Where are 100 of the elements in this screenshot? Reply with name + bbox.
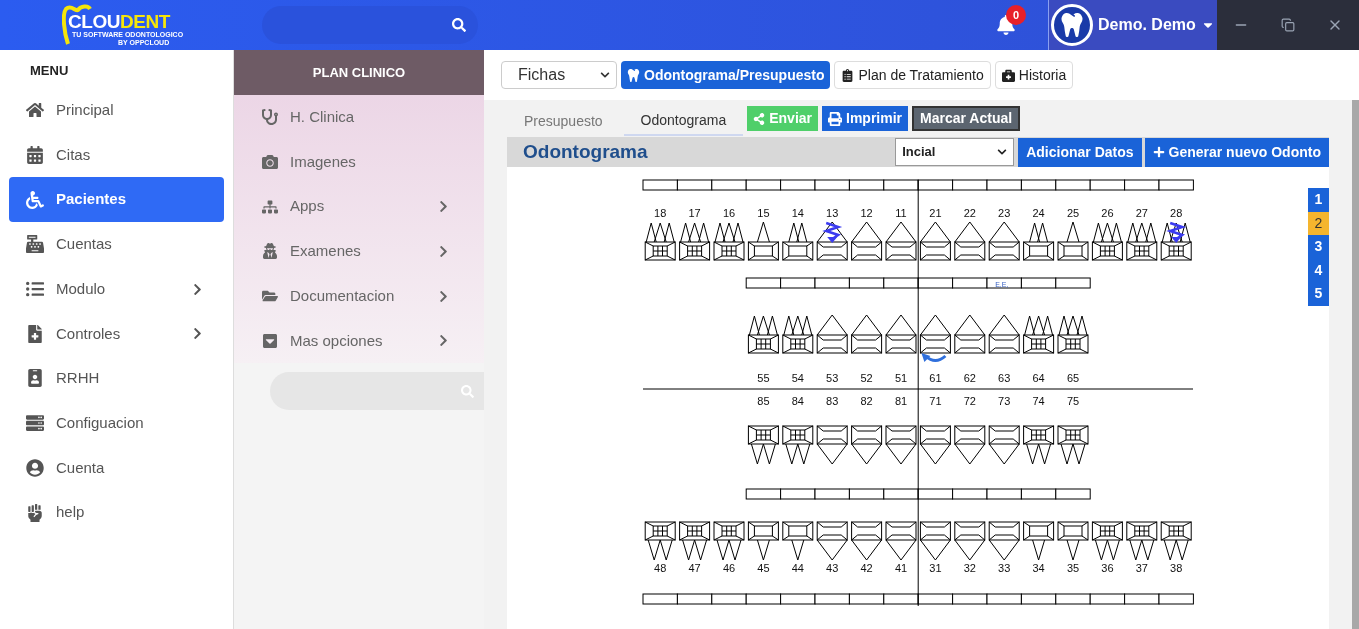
- tooth-drawing[interactable]: [988, 425, 1020, 465]
- sidebar-item[interactable]: Controles: [9, 311, 224, 357]
- search-icon: [461, 384, 474, 398]
- tooth-drawing[interactable]: [919, 221, 951, 261]
- state-dropdown[interactable]: Incial: [895, 138, 1015, 166]
- toolbar-button[interactable]: Odontograma/Presupuesto: [621, 61, 831, 89]
- scrollbar[interactable]: [1352, 100, 1359, 629]
- page-tab[interactable]: 5: [1308, 282, 1329, 306]
- tooth-drawing[interactable]: [988, 221, 1020, 261]
- tooth-number: 15: [757, 207, 770, 219]
- tooth-drawing[interactable]: [782, 425, 814, 465]
- server-icon: [26, 414, 44, 433]
- tooth-drawing[interactable]: [1023, 521, 1055, 561]
- tooth-drawing[interactable]: [885, 425, 917, 465]
- tooth-drawing[interactable]: [816, 425, 848, 465]
- panel-item[interactable]: Examenes: [234, 229, 484, 274]
- tooth-drawing[interactable]: [747, 425, 779, 465]
- tooth-drawing[interactable]: [782, 315, 814, 354]
- card-button[interactable]: Adicionar Datos: [1018, 137, 1142, 167]
- tooth-number: 38: [1170, 562, 1183, 574]
- tooth-drawing[interactable]: [679, 521, 711, 561]
- fichas-dropdown[interactable]: Fichas: [501, 61, 617, 89]
- tooth-drawing[interactable]: [851, 425, 883, 465]
- tooth-drawing[interactable]: [1126, 521, 1158, 561]
- tooth-drawing[interactable]: [919, 314, 951, 362]
- tooth-drawing[interactable]: [816, 221, 848, 261]
- sidebar-item[interactable]: help: [9, 490, 224, 535]
- sidebar-item[interactable]: RRHH: [9, 356, 224, 401]
- tooth-drawing[interactable]: [1091, 222, 1123, 261]
- tooth-drawing[interactable]: [1023, 315, 1055, 354]
- tooth-drawing[interactable]: [954, 221, 986, 261]
- sidebar-item[interactable]: Citas: [9, 132, 224, 178]
- tooth-drawing[interactable]: [1126, 222, 1158, 261]
- tooth-drawing[interactable]: [988, 314, 1020, 354]
- medical-case-icon: [1001, 68, 1015, 82]
- tooth-drawing[interactable]: [747, 521, 779, 561]
- logo-wordmark: CLOUDENT: [68, 12, 170, 31]
- tooth-drawing[interactable]: [851, 314, 883, 354]
- panel-item[interactable]: Mas opciones: [234, 318, 484, 364]
- page-tab[interactable]: 4: [1308, 258, 1329, 282]
- tooth-drawing[interactable]: [1023, 425, 1055, 465]
- tooth-drawing[interactable]: [1057, 521, 1089, 561]
- tooth-drawing[interactable]: [1057, 315, 1089, 354]
- tooth-drawing[interactable]: [1057, 425, 1089, 465]
- page-tab[interactable]: 3: [1308, 235, 1329, 259]
- tooth-drawing[interactable]: [885, 314, 917, 354]
- sidebar-item[interactable]: Configuacion: [9, 400, 224, 446]
- tooth-drawing[interactable]: [713, 521, 745, 561]
- panel-search-field[interactable]: [270, 372, 484, 411]
- chevron-icon: [191, 327, 204, 341]
- action-button[interactable]: Imprimir: [822, 106, 909, 131]
- panel-item[interactable]: H. Clinica: [234, 95, 484, 140]
- tooth-drawing[interactable]: [713, 222, 745, 261]
- tooth-drawing[interactable]: [851, 221, 883, 261]
- tooth-number: 23: [998, 207, 1011, 219]
- tooth-drawing[interactable]: [1160, 221, 1192, 261]
- tooth-drawing[interactable]: [782, 222, 814, 261]
- restore-icon[interactable]: [1281, 18, 1295, 32]
- action-button[interactable]: Marcar Actual: [912, 106, 1021, 131]
- tooth-drawing[interactable]: [954, 425, 986, 465]
- tooth-drawing[interactable]: [644, 521, 676, 561]
- card-button[interactable]: Generar nuevo Odonto: [1144, 137, 1329, 167]
- tooth-drawing[interactable]: [782, 521, 814, 561]
- tooth-drawing[interactable]: [954, 314, 986, 354]
- sidebar-item[interactable]: Pacientes: [9, 177, 224, 223]
- sidebar-item[interactable]: Cuenta: [9, 445, 224, 491]
- tooth-icon: [627, 68, 640, 82]
- sidebar-item[interactable]: Principal: [9, 88, 224, 133]
- tooth-number: 83: [826, 395, 839, 407]
- search-field[interactable]: [262, 6, 478, 44]
- panel-item[interactable]: Apps: [234, 184, 484, 230]
- tooth-drawing[interactable]: [851, 521, 883, 561]
- sidebar-item[interactable]: Modulo: [9, 266, 224, 312]
- tooth-drawing[interactable]: [644, 222, 676, 261]
- sidebar-item[interactable]: Cuentas: [9, 222, 224, 267]
- panel-item[interactable]: Imagenes: [234, 139, 484, 185]
- tooth-drawing[interactable]: [816, 314, 848, 354]
- tooth-drawing[interactable]: [885, 521, 917, 561]
- tooth-drawing[interactable]: [885, 221, 917, 261]
- toolbar-button[interactable]: Historia: [994, 61, 1074, 89]
- tooth-number: 26: [1101, 207, 1114, 219]
- tooth-drawing[interactable]: [679, 222, 711, 261]
- panel-item[interactable]: Documentacion: [234, 273, 484, 319]
- user-menu[interactable]: Demo. Demo: [1048, 0, 1217, 50]
- toolbar-button[interactable]: Plan de Tratamiento: [834, 61, 991, 89]
- page-tab[interactable]: 2: [1308, 211, 1329, 235]
- tooth-drawing[interactable]: [747, 221, 779, 261]
- tooth-drawing[interactable]: [816, 521, 848, 561]
- tooth-drawing[interactable]: [1023, 222, 1055, 261]
- tooth-drawing[interactable]: [954, 521, 986, 561]
- page-tab[interactable]: 1: [1308, 188, 1329, 212]
- chevron-icon: [437, 200, 450, 214]
- tooth-drawing[interactable]: [1091, 521, 1123, 561]
- tooth-drawing[interactable]: [747, 315, 779, 354]
- tooth-drawing[interactable]: [919, 521, 951, 561]
- tab[interactable]: Presupuesto: [507, 106, 620, 136]
- tooth-drawing[interactable]: [919, 425, 951, 465]
- tooth-drawing[interactable]: [1057, 221, 1089, 261]
- tooth-drawing[interactable]: [1160, 521, 1192, 561]
- tooth-drawing[interactable]: [988, 521, 1020, 561]
